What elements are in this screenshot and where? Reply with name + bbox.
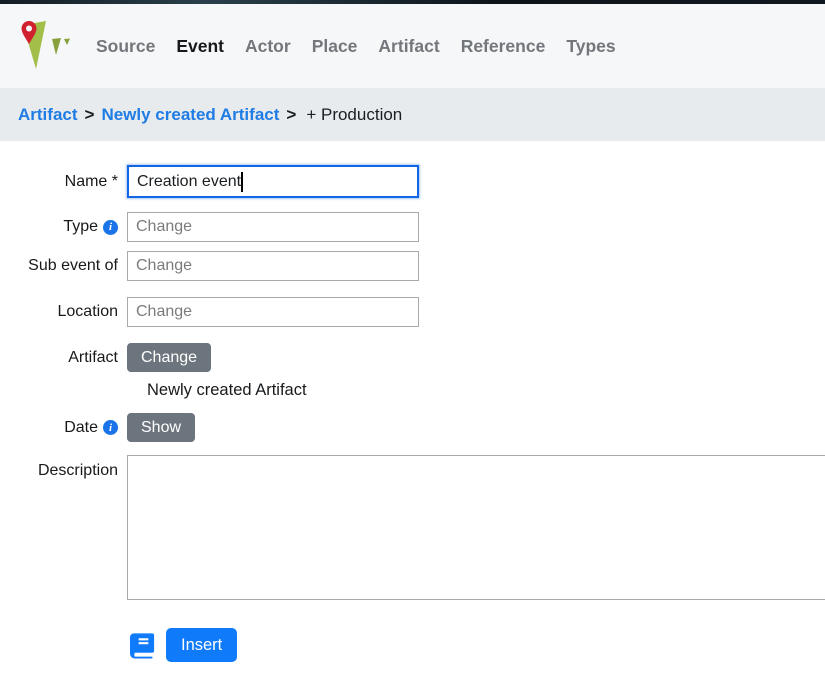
form-row-sub-event: Sub event of <box>18 251 825 281</box>
book-icon <box>130 631 157 659</box>
submit-row: Insert <box>130 628 825 662</box>
form-row-artifact: Artifact Change <box>18 343 825 372</box>
date-label: Date <box>64 419 98 437</box>
type-label: Type <box>63 218 98 236</box>
form-row-location: Location <box>18 297 825 327</box>
breadcrumb-separator: > <box>85 105 95 125</box>
date-show-button[interactable]: Show <box>127 413 195 442</box>
insert-button[interactable]: Insert <box>166 628 237 662</box>
nav-item-source[interactable]: Source <box>96 36 155 57</box>
breadcrumb: Artifact > Newly created Artifact > + Pr… <box>0 88 825 141</box>
main-nav: Source Event Actor Place Artifact Refere… <box>96 36 616 57</box>
date-label-group: Date i <box>18 419 118 437</box>
artifact-label: Artifact <box>18 349 118 367</box>
manual-link[interactable] <box>130 631 157 659</box>
text-caret <box>241 172 243 192</box>
name-label: Name * <box>18 173 118 191</box>
description-textarea[interactable] <box>127 455 825 600</box>
type-input[interactable] <box>127 212 419 242</box>
form-row-name: Name * <box>18 165 825 198</box>
main-navbar: Source Event Actor Place Artifact Refere… <box>0 4 825 88</box>
sub-event-label: Sub event of <box>18 257 118 275</box>
form-row-type: Type i <box>18 212 825 242</box>
event-form: Name * Type i Sub event of Location Arti… <box>0 141 825 662</box>
info-icon[interactable]: i <box>103 420 118 435</box>
info-icon[interactable]: i <box>103 220 118 235</box>
app-logo[interactable] <box>18 11 90 81</box>
nav-item-event[interactable]: Event <box>176 36 224 57</box>
description-label: Description <box>18 455 118 480</box>
name-input[interactable] <box>127 165 419 198</box>
location-input[interactable] <box>127 297 419 327</box>
nav-item-reference[interactable]: Reference <box>461 36 546 57</box>
type-label-group: Type i <box>18 218 118 236</box>
breadcrumb-current: + Production <box>306 105 402 125</box>
sub-event-input[interactable] <box>127 251 419 281</box>
logo-icon <box>18 11 90 81</box>
location-label: Location <box>18 303 118 321</box>
artifact-change-button[interactable]: Change <box>127 343 211 372</box>
breadcrumb-link-newly-created-artifact[interactable]: Newly created Artifact <box>101 105 279 125</box>
artifact-selected-value: Newly created Artifact <box>147 381 825 400</box>
nav-item-types[interactable]: Types <box>566 36 615 57</box>
nav-item-place[interactable]: Place <box>312 36 358 57</box>
form-row-description: Description <box>18 455 825 600</box>
breadcrumb-separator: > <box>286 105 296 125</box>
form-row-date: Date i Show <box>18 413 825 442</box>
breadcrumb-link-artifact[interactable]: Artifact <box>18 105 78 125</box>
nav-item-actor[interactable]: Actor <box>245 36 291 57</box>
nav-item-artifact[interactable]: Artifact <box>378 36 439 57</box>
